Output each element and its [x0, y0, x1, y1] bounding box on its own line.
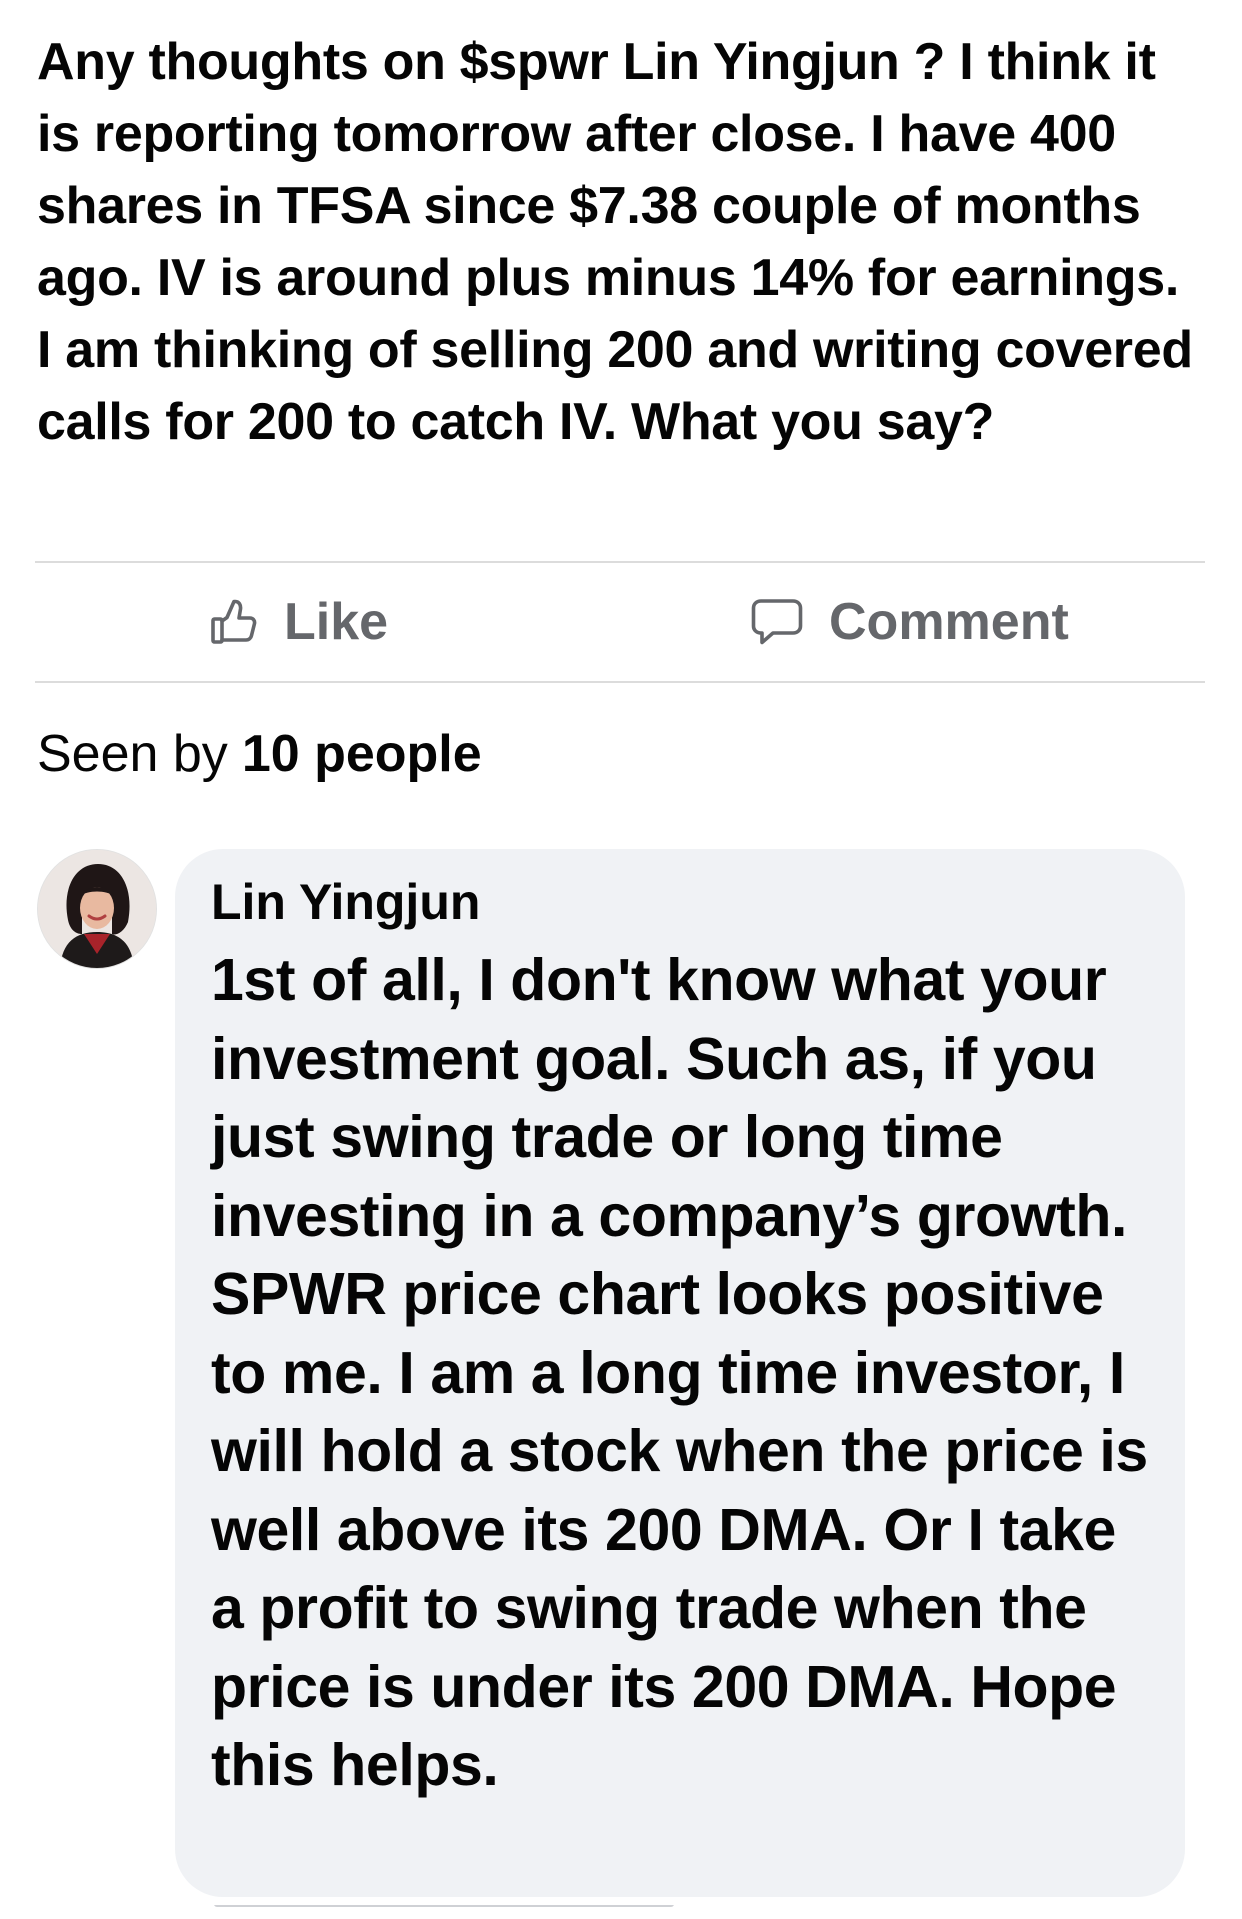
comment-author[interactable]: Lin Yingjun	[211, 869, 480, 935]
post-actions-bar: Like Comment	[35, 563, 1205, 681]
seen-by-count: 10 people	[241, 725, 482, 783]
avatar[interactable]	[37, 849, 157, 969]
comment-bubble: Lin Yingjun 1st of all, I don't know wha…	[175, 849, 1185, 1897]
thumbs-up-icon	[211, 599, 257, 644]
like-button[interactable]: Like	[210, 593, 388, 651]
profile-photo	[38, 850, 156, 968]
like-label: Like	[284, 593, 389, 651]
mention-link[interactable]: Lin Yingjun	[623, 33, 900, 91]
comment-text: 1st of all, I don't know what your inves…	[211, 947, 1148, 1798]
next-comment-clipped	[214, 1905, 674, 1919]
seen-by-label: Seen by	[37, 725, 228, 783]
comment-button[interactable]: Comment	[751, 593, 1069, 651]
divider	[35, 681, 1205, 683]
post-text: Any thoughts on $spwr Lin Yingjun ? I th…	[37, 26, 1207, 458]
seen-by-indicator[interactable]: Seen by 10 people	[37, 721, 482, 787]
post-text-end: ? I think it is reporting tomorrow after…	[37, 33, 1193, 451]
speech-bubble-icon	[751, 599, 803, 645]
post-text-start: Any thoughts on $spwr	[37, 33, 623, 91]
comment-label: Comment	[829, 593, 1069, 651]
